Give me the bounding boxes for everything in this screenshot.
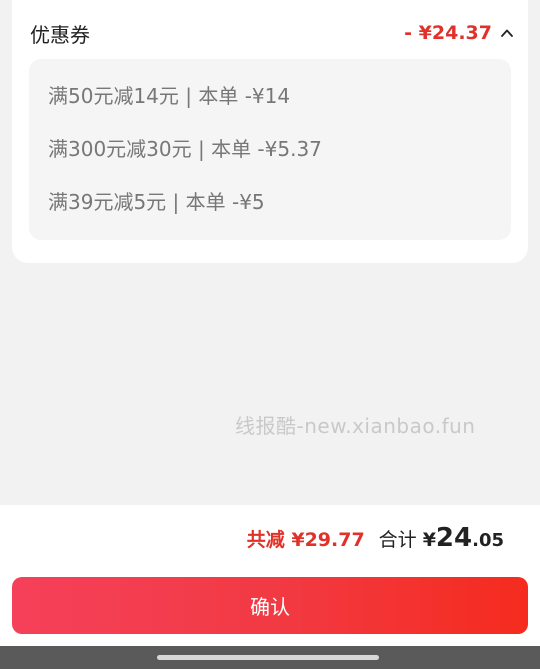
coupon-total[interactable]: - ¥24.37 <box>404 22 514 44</box>
total-integer: 24 <box>435 523 473 553</box>
coupon-header[interactable]: 优惠券 - ¥24.37 <box>30 18 514 48</box>
chevron-up-icon[interactable] <box>500 26 514 40</box>
total-amount: ¥ 24 .05 <box>423 523 504 553</box>
coupon-list: 满50元减14元 | 本单 -¥14 满300元减30元 | 本单 -¥5.37… <box>29 59 511 240</box>
checkout-footer: 共减 ¥29.77 合计 ¥ 24 .05 确认 <box>0 505 540 669</box>
totals-row: 共减 ¥29.77 合计 ¥ 24 .05 <box>247 523 504 553</box>
coupon-total-amount: - ¥24.37 <box>404 22 492 44</box>
checkout-page: 优惠券 - ¥24.37 满50元减14元 | 本单 -¥14 满300元减30… <box>0 0 540 669</box>
system-nav-bar <box>0 646 540 669</box>
coupon-item: 满300元减30元 | 本单 -¥5.37 <box>48 137 322 161</box>
total-currency: ¥ <box>422 529 436 551</box>
home-indicator[interactable] <box>157 655 379 660</box>
watermark: 线报酷-new.xianbao.fun <box>235 414 476 438</box>
coupon-item: 满39元减5元 | 本单 -¥5 <box>48 190 265 214</box>
coupon-title: 优惠券 <box>30 22 90 47</box>
order-total: 合计 ¥ 24 .05 <box>379 523 504 553</box>
total-label: 合计 <box>378 529 417 551</box>
total-discount: 共减 ¥29.77 <box>246 529 365 551</box>
total-decimal: .05 <box>472 530 504 551</box>
confirm-button[interactable]: 确认 <box>12 577 528 634</box>
coupon-item: 满50元减14元 | 本单 -¥14 <box>48 84 291 108</box>
